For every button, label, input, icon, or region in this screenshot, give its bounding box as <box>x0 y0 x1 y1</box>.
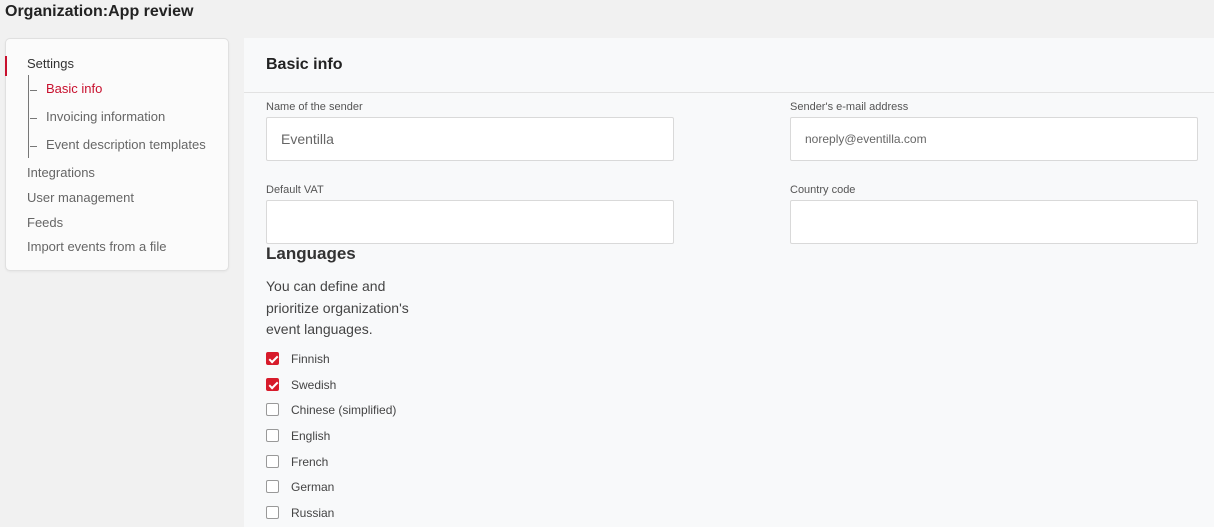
language-checkbox[interactable] <box>266 403 279 416</box>
language-checkbox[interactable] <box>266 378 279 391</box>
sidebar-item-feeds[interactable]: Feeds <box>27 215 63 231</box>
language-label: French <box>291 455 329 469</box>
language-checkbox[interactable] <box>266 429 279 442</box>
sender-name-input[interactable] <box>266 117 674 161</box>
sidebar-item-label: Basic info <box>46 81 103 96</box>
language-label: German <box>291 480 335 494</box>
language-checkbox[interactable] <box>266 480 279 493</box>
country-code-input[interactable] <box>790 200 1198 244</box>
sender-name-label: Name of the sender <box>266 101 363 113</box>
sidebar-tree-line <box>28 75 29 158</box>
language-label: Russian <box>291 506 335 520</box>
tree-branch <box>30 146 37 147</box>
sender-email-input[interactable] <box>790 117 1198 161</box>
default-vat-label: Default VAT <box>266 184 324 196</box>
languages-description: You can define and prioritize organizati… <box>266 278 409 337</box>
panel-title: Basic info <box>266 56 343 73</box>
sidebar-item-user-management[interactable]: User management <box>27 190 134 206</box>
sidebar-item-import-events[interactable]: Import events from a file <box>27 239 166 255</box>
language-checkbox[interactable] <box>266 455 279 468</box>
tree-branch <box>30 90 37 91</box>
page-title: Organization:App review <box>5 3 194 20</box>
language-label: Chinese (simplified) <box>291 403 397 417</box>
basic-info-panel: Basic info Name of the sender Sender's e… <box>244 38 1214 527</box>
language-label: Finnish <box>291 352 330 366</box>
sidebar-item-integrations[interactable]: Integrations <box>27 165 95 181</box>
tree-branch <box>30 118 37 119</box>
language-checkbox[interactable] <box>266 506 279 519</box>
language-label: English <box>291 429 331 443</box>
country-code-label: Country code <box>790 184 856 196</box>
settings-sidebar: Settings Basic info Invoicing informatio… <box>5 38 229 271</box>
sender-email-label: Sender's e-mail address <box>790 101 909 113</box>
language-label: Swedish <box>291 378 337 392</box>
default-vat-input[interactable] <box>266 200 674 244</box>
panel-header: Basic info <box>244 38 1214 93</box>
sidebar-active-indicator <box>5 56 7 76</box>
languages-title: Languages <box>266 244 356 263</box>
sidebar-item-label: Invoicing information <box>46 109 166 124</box>
language-checkbox[interactable] <box>266 352 279 365</box>
sidebar-item-label: Event description templates <box>46 137 206 152</box>
sidebar-heading-settings: Settings <box>27 56 74 71</box>
